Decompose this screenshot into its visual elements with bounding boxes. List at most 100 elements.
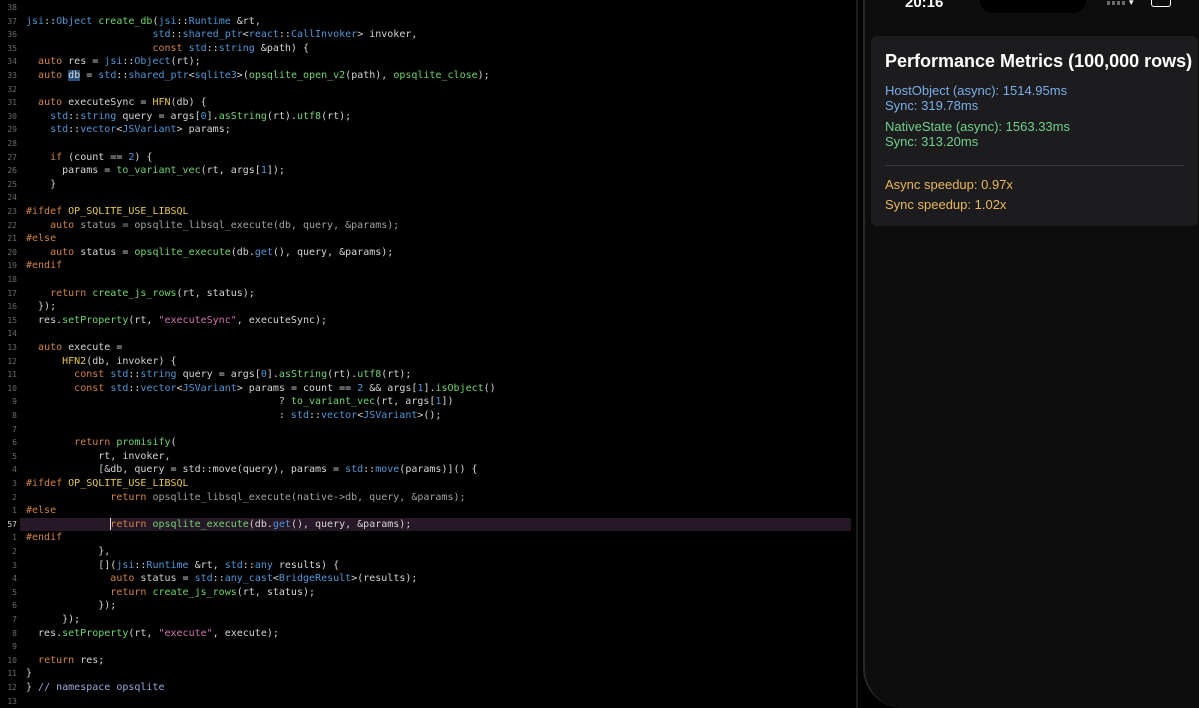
code-text: std::vector<JSVariant> params;: [50, 124, 231, 136]
code-text: if (count == 2) {: [50, 151, 153, 163]
code-line[interactable]: 8 : std::vector<JSVariant>();: [0, 409, 858, 423]
code-line[interactable]: 13: [0, 695, 858, 708]
line-number: 33: [7, 71, 17, 80]
code-text: return res;: [38, 654, 105, 666]
code-line[interactable]: 5 return create_js_rows(rt, status);: [0, 586, 858, 600]
line-number: 13: [7, 343, 17, 352]
code-line[interactable]: 20 auto status = opsqlite_execute(db.get…: [0, 246, 858, 260]
code-text: auto status = opsqlite_libsql_execute(db…: [50, 219, 400, 231]
code-line[interactable]: 10 const std::vector<JSVariant> params =…: [0, 382, 858, 396]
code-line[interactable]: 34 auto res = jsi::Object(rt);: [0, 55, 858, 69]
code-text: auto db = std::shared_ptr<sqlite3>(opsql…: [38, 70, 490, 81]
line-number: 34: [7, 57, 17, 67]
code-line[interactable]: 17 return create_js_rows(rt, status);: [0, 287, 858, 301]
code-line[interactable]: 12 HFN2(db, invoker) {: [0, 355, 858, 369]
code-line[interactable]: 36 std::shared_ptr<react::CallInvoker> i…: [0, 28, 858, 42]
code-text: });: [26, 614, 81, 625]
code-text: auto res = jsi::Object(rt);: [38, 56, 201, 68]
code-line-current[interactable]: 57 return opsqlite_execute(db.get(), que…: [0, 517, 858, 532]
line-number: 29: [7, 125, 17, 135]
code-text: return create_js_rows(rt, status);: [110, 586, 316, 598]
code-line[interactable]: 32: [0, 83, 858, 97]
code-line[interactable]: 30 std::string query = args[0].asString(…: [0, 110, 858, 124]
line-number: 28: [7, 139, 17, 148]
code-line[interactable]: 1 #endif: [0, 531, 858, 545]
phone-screen: 20:16 ▾ Performance Metrics (100,000 row…: [863, 0, 1199, 708]
code-line[interactable]: 37 jsi::Object create_db(jsi::Runtime &rt…: [0, 15, 858, 29]
code-line[interactable]: 4 [&db, query = std::move(query), params…: [0, 463, 858, 477]
code-text: const std::string &path) {: [152, 42, 309, 54]
code-line[interactable]: 4 auto status = std::any_cast<BridgeResu…: [0, 572, 858, 586]
code-line[interactable]: 7: [0, 423, 858, 437]
line-number: 8: [12, 411, 17, 420]
performance-metrics-card: Performance Metrics (100,000 rows) HostO…: [871, 36, 1198, 226]
code-text: ? to_variant_vec(rt, args[1]): [26, 396, 454, 408]
pane-divider[interactable]: [856, 0, 858, 708]
code-line[interactable]: 3 #ifdef OP_SQLITE_USE_LIBSQL: [0, 477, 858, 491]
hostobject-sync-metric: Sync: 319.78ms: [885, 98, 979, 113]
code-editor[interactable]: 38 37 jsi::Object create_db(jsi::Runtime &…: [0, 0, 858, 708]
phone-simulator: 20:16 ▾ Performance Metrics (100,000 row…: [859, 0, 1199, 708]
code-line[interactable]: 29 std::vector<JSVariant> params;: [0, 123, 858, 137]
line-number: 20: [7, 247, 17, 257]
code-line[interactable]: 2 return opsqlite_libsql_execute(native-…: [0, 491, 858, 505]
code-line[interactable]: 35 const std::string &path) {: [0, 42, 858, 56]
code-line[interactable]: 7 });: [0, 613, 858, 627]
code-line[interactable]: 3 [](jsi::Runtime &rt, std::any results)…: [0, 559, 858, 573]
code-line[interactable]: 11 const std::string query = args[0].asS…: [0, 368, 858, 382]
code-text: });: [26, 600, 117, 612]
line-number: 5: [12, 587, 17, 597]
line-number: 9: [12, 397, 17, 407]
line-number: 4: [12, 574, 17, 584]
line-number: 16: [7, 302, 17, 312]
code-text: return create_js_rows(rt, status);: [50, 287, 255, 299]
code-line[interactable]: 13 auto execute =: [0, 341, 858, 355]
code-line[interactable]: 6 });: [0, 599, 858, 613]
code-line[interactable]: 10 return res;: [0, 654, 858, 668]
code-line[interactable]: 26 params = to_variant_vec(rt, args[1]);: [0, 164, 858, 178]
line-number: 3: [12, 560, 17, 570]
line-number: 11: [7, 669, 17, 679]
code-text: std::string query = args[0].asString(rt)…: [50, 110, 352, 122]
code-line[interactable]: 15 res.setProperty(rt, "executeSync", ex…: [0, 314, 858, 328]
code-line[interactable]: 24: [0, 191, 858, 205]
code-line[interactable]: 16 });: [0, 300, 858, 314]
battery-icon: [1151, 0, 1171, 7]
code-line[interactable]: 21 #else: [0, 232, 858, 246]
line-number: 19: [7, 261, 17, 271]
line-number: 22: [7, 220, 17, 230]
code-line[interactable]: 2 },: [0, 545, 858, 559]
code-text: #endif: [26, 260, 63, 272]
line-number: 10: [7, 655, 17, 665]
code-line[interactable]: 19 #endif: [0, 259, 858, 273]
code-line[interactable]: 33 auto db = std::shared_ptr<sqlite3>(op…: [0, 69, 858, 83]
line-number: 1: [12, 506, 17, 516]
code-text: [&db, query = std::move(query), params =…: [26, 464, 478, 476]
code-line[interactable]: 38: [0, 1, 858, 15]
code-line[interactable]: 5 rt, invoker,: [0, 450, 858, 464]
code-line[interactable]: 31 auto executeSync = HFN(db) {: [0, 96, 858, 110]
code-line[interactable]: 11}: [0, 667, 858, 681]
line-number: 8: [12, 628, 17, 638]
code-text: return opsqlite_libsql_execute(native->d…: [110, 491, 466, 503]
code-text: res.setProperty(rt, "executeSync", execu…: [26, 314, 328, 326]
code-line[interactable]: 25 }: [0, 178, 858, 192]
code-line[interactable]: 9: [0, 640, 858, 654]
code-line[interactable]: 28: [0, 137, 858, 151]
line-number: 7: [12, 615, 17, 624]
code-line[interactable]: 23 #ifdef OP_SQLITE_USE_LIBSQL: [0, 205, 858, 219]
line-number: 12: [7, 356, 17, 366]
code-text: HFN2(db, invoker) {: [62, 355, 177, 367]
line-number: 6: [12, 601, 17, 611]
code-line[interactable]: 6 return promisify(: [0, 436, 858, 450]
code-line[interactable]: 1 #else: [0, 504, 858, 518]
code-text: auto execute =: [38, 342, 123, 353]
code-line[interactable]: 9 ? to_variant_vec(rt, args[1]): [0, 395, 858, 409]
code-line[interactable]: 22 auto status = opsqlite_libsql_execute…: [0, 219, 858, 233]
code-line[interactable]: 12} // namespace opsqlite: [0, 681, 858, 695]
code-line[interactable]: 18: [0, 273, 858, 287]
code-line[interactable]: 8 res.setProperty(rt, "execute", execute…: [0, 627, 858, 641]
code-line[interactable]: 14: [0, 327, 858, 341]
code-text: params = to_variant_vec(rt, args[1]);: [26, 165, 285, 177]
code-line[interactable]: 27 if (count == 2) {: [0, 151, 858, 165]
